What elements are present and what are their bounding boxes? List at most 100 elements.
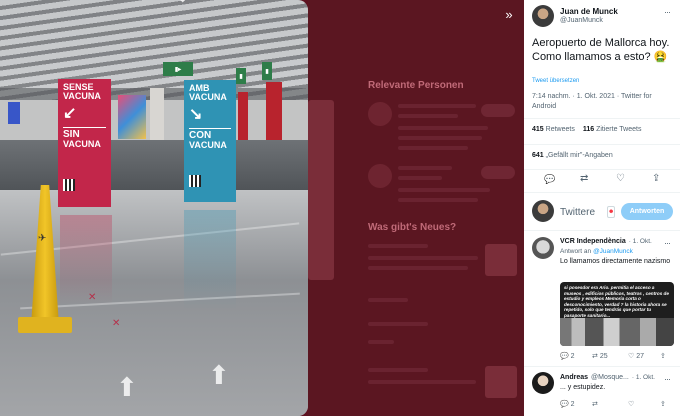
dimmed-avatar <box>368 164 392 188</box>
reply-to-label: Antwort an <box>560 248 592 255</box>
qr-code-icon <box>189 175 201 187</box>
cone-body <box>31 185 59 325</box>
retweet-count[interactable]: ⇄ 25 <box>592 352 608 360</box>
divider <box>524 169 680 170</box>
divider <box>524 366 680 367</box>
dimmed-text <box>398 126 488 130</box>
exit-sign: ▮ <box>262 62 272 80</box>
quotes-label: Zitierte Tweets <box>596 126 642 133</box>
floor-marking: ✕ <box>112 318 121 329</box>
emoji-icon[interactable]: ☻ <box>607 206 615 218</box>
reply-date[interactable]: · 1. Okt. <box>632 374 655 381</box>
tweet-detail-panel: Juan de Munck @JuanMunck ··· Aeropuerto … <box>524 0 680 416</box>
more-options-icon[interactable]: ··· <box>664 374 671 384</box>
like-icon[interactable]: ♡ <box>628 400 634 408</box>
reply-count[interactable]: 💬 2 <box>560 400 575 408</box>
reply-count-value: 2 <box>570 401 575 408</box>
retweet-stats: 415 Retweets 116 Zitierte Tweets <box>532 126 641 133</box>
dimmed-text <box>398 146 468 150</box>
banner-text: VACUNA <box>189 140 227 151</box>
dimmed-text <box>398 136 482 140</box>
retweet-count-value: 25 <box>599 353 608 360</box>
reply-text: Lo llamamos directamente nazismo <box>560 258 671 265</box>
share-icon[interactable]: ⇪ <box>660 352 666 360</box>
exit-sign: ▮ <box>236 68 246 84</box>
airplane-icon: ✈ <box>38 233 47 244</box>
reply-button[interactable]: Antworten <box>621 203 673 220</box>
author-name[interactable]: Juan de Munck <box>560 7 618 16</box>
translate-tweet-link[interactable]: Tweet übersetzen <box>532 78 579 84</box>
arrow-down-right-icon: ↘ <box>189 105 203 123</box>
quotes-stat[interactable]: 116 Zitierte Tweets <box>583 126 642 133</box>
author-handle[interactable]: @JuanMunck <box>560 17 603 24</box>
dimmed-heading: Relevante Personen <box>368 80 464 91</box>
dimmed-follow-button <box>481 166 515 179</box>
reply-avatar[interactable] <box>532 372 554 394</box>
likes-label: „Gefällt mir"-Angaben <box>545 152 613 159</box>
retweet-icon[interactable]: ⇄ <box>580 173 588 184</box>
like-count[interactable]: ♡ 27 <box>628 352 644 360</box>
banner-text: VACUNA <box>63 91 101 102</box>
reply-input[interactable]: Twittere <box>560 207 595 218</box>
banner-text: CON <box>189 127 231 142</box>
reply-to-handle[interactable]: @JuanMunck <box>593 248 633 255</box>
dimmed-text <box>368 244 428 248</box>
share-icon[interactable]: ⇪ <box>660 400 666 408</box>
reply-avatar[interactable] <box>532 237 554 259</box>
photo-ceiling <box>0 0 308 100</box>
banner-text: VACUNA <box>63 139 101 150</box>
dimmed-text <box>368 368 428 372</box>
dimmed-heading: Was gibt's Neues? <box>368 222 457 233</box>
dimmed-image <box>485 244 517 276</box>
expand-icon[interactable]: » <box>500 6 518 24</box>
dimmed-text <box>398 176 442 180</box>
more-options-icon[interactable]: ··· <box>664 7 671 17</box>
photo-screen <box>8 102 20 124</box>
reply-count-value: 2 <box>570 353 575 360</box>
reply-icon: 💬 <box>560 353 569 360</box>
like-icon[interactable]: ♡ <box>616 173 625 184</box>
dimmed-text <box>398 166 452 170</box>
tweet-timestamp[interactable]: 7:14 nachm. · 1. Okt. 2021 · Twitter for… <box>532 92 674 112</box>
reply-image-scene <box>560 318 674 346</box>
tweet-photo: ▮▸ ▮ ▮ SENSE VACUNA ↙ SIN VACUNA AMB VAC… <box>0 0 308 416</box>
dimmed-follow-button <box>481 104 515 117</box>
likes-count: 641 <box>532 152 544 159</box>
dimmed-text <box>398 198 478 202</box>
dimmed-timeline: Relevante Personen Was gibt's Neues? <box>308 0 524 416</box>
more-options-icon[interactable]: ··· <box>664 238 671 248</box>
my-avatar[interactable] <box>532 200 554 222</box>
share-icon[interactable]: ⇪ <box>652 173 660 184</box>
dimmed-text <box>368 298 408 302</box>
divider <box>524 144 680 145</box>
reply-author-name[interactable]: VCR Independència <box>560 238 626 245</box>
reply-icon: 💬 <box>560 401 569 408</box>
divider <box>524 118 680 119</box>
quotes-count: 116 <box>582 126 595 133</box>
reply-date[interactable]: · 1. Okt. <box>629 238 652 245</box>
floor-arrow-icon: ⬆ <box>208 360 230 390</box>
reply-text: ... y estupidez. <box>560 384 606 391</box>
avatar[interactable] <box>532 5 554 27</box>
banner-text: VACUNA <box>189 92 227 103</box>
retweet-icon[interactable]: ⇄ <box>592 400 598 408</box>
reply-icon[interactable]: 💬 <box>544 174 555 185</box>
reply-image[interactable]: si posesdor era Ario. permitia el acceso… <box>560 282 674 346</box>
dimmed-text <box>368 380 476 384</box>
reply-author-handle[interactable]: @Mosque... <box>591 374 629 381</box>
retweets-stat[interactable]: 415 Retweets <box>532 126 575 133</box>
reply-author-name[interactable]: Andreas <box>560 374 588 381</box>
dimmed-text <box>368 340 394 344</box>
floor-marking: ✕ <box>88 292 97 303</box>
reply-header: Andreas @Mosque... · 1. Okt. <box>560 374 655 381</box>
divider <box>524 192 680 193</box>
dimmed-text <box>398 114 458 118</box>
dimmed-image <box>308 100 334 280</box>
like-count-value: 27 <box>636 353 645 360</box>
dimmed-image <box>485 366 517 398</box>
banner-reflection <box>184 210 236 310</box>
banner-text: SIN <box>63 126 106 141</box>
reply-count[interactable]: 💬 2 <box>560 352 575 360</box>
likes-stat[interactable]: 641 „Gefällt mir"-Angaben <box>532 152 613 159</box>
dimmed-text <box>368 322 428 326</box>
